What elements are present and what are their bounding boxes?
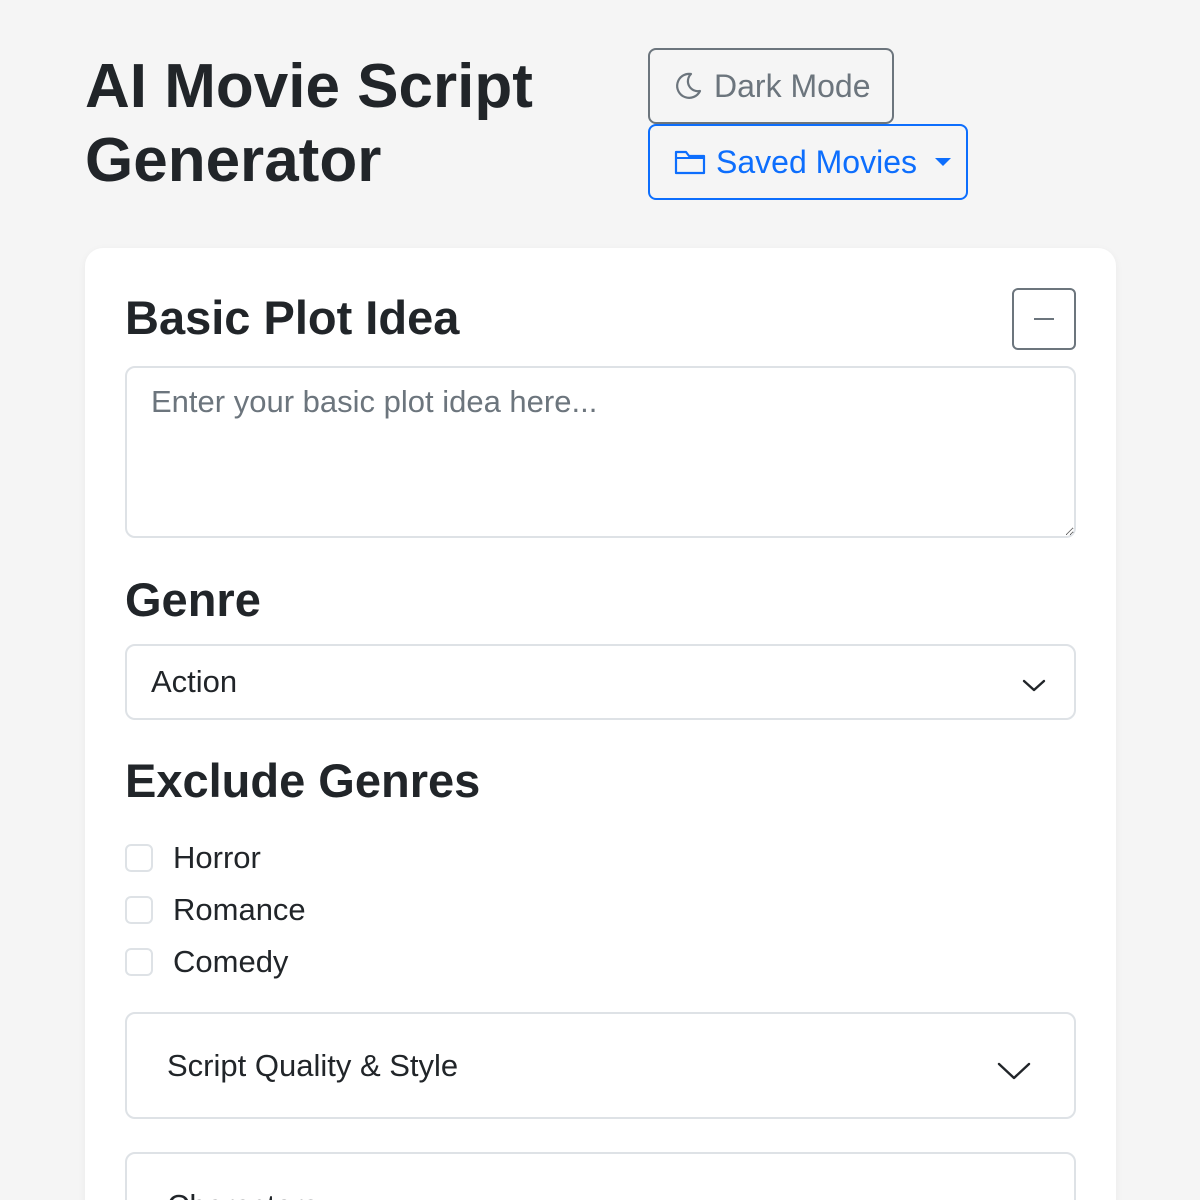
caret-down-icon <box>934 158 951 166</box>
exclude-comedy-option[interactable]: Comedy <box>125 936 306 988</box>
exclude-romance-option[interactable]: Romance <box>125 884 306 936</box>
app-page: AI Movie Script Generator Dark Mode Save… <box>0 0 1200 1200</box>
chevron-down-icon <box>1022 670 1046 706</box>
collapse-button[interactable] <box>1012 288 1076 350</box>
plot-idea-input[interactable] <box>125 366 1076 538</box>
chevron-down-icon <box>996 1054 1032 1090</box>
checkbox-label: Comedy <box>173 944 289 979</box>
accordion-script-quality[interactable]: Script Quality & Style <box>125 1012 1076 1119</box>
folder-icon <box>674 148 706 176</box>
plot-heading: Basic Plot Idea <box>125 291 460 344</box>
script-form-card: Basic Plot Idea Genre Action Exclude Gen… <box>85 248 1116 1200</box>
genre-select[interactable]: Action <box>125 644 1076 720</box>
dark-mode-label: Dark Mode <box>714 67 871 104</box>
checkbox[interactable] <box>125 948 153 976</box>
exclude-genres-list: Horror Romance Comedy <box>125 832 306 988</box>
page-title: AI Movie Script Generator <box>85 52 533 195</box>
saved-movies-label: Saved Movies <box>716 143 917 180</box>
exclude-horror-option[interactable]: Horror <box>125 832 306 884</box>
saved-movies-dropdown[interactable]: Saved Movies <box>648 124 968 200</box>
checkbox-label: Horror <box>173 840 261 875</box>
checkbox[interactable] <box>125 896 153 924</box>
checkbox[interactable] <box>125 844 153 872</box>
moon-icon <box>672 70 704 102</box>
chevron-down-icon <box>996 1194 1032 1200</box>
minus-icon <box>1034 318 1054 320</box>
accordion-label: Characters <box>167 1188 319 1200</box>
accordion-label: Script Quality & Style <box>167 1047 459 1083</box>
accordion-characters[interactable]: Characters <box>125 1152 1076 1200</box>
dark-mode-button[interactable]: Dark Mode <box>648 48 894 124</box>
genre-heading: Genre <box>125 573 261 626</box>
exclude-genres-heading: Exclude Genres <box>125 754 481 807</box>
genre-selected-value: Action <box>151 664 238 699</box>
checkbox-label: Romance <box>173 892 306 927</box>
